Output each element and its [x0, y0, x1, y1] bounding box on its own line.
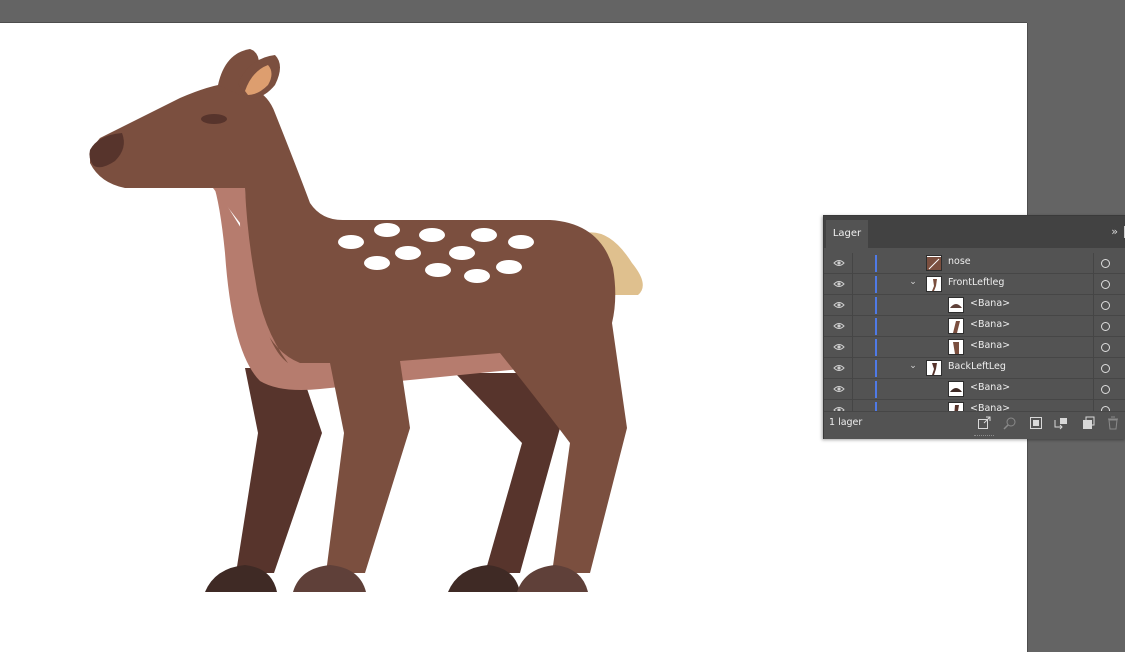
layer-color-bar	[875, 276, 877, 293]
deer-spot	[449, 246, 475, 260]
deer-eye	[201, 114, 227, 124]
deer-back-left-leg	[236, 368, 322, 573]
layer-row-path[interactable]: <Bana>	[824, 379, 1125, 400]
layer-thumbnail	[926, 360, 942, 376]
layer-thumbnail	[926, 276, 942, 292]
chevron-down-icon[interactable]: ⌄	[908, 361, 918, 371]
layer-name[interactable]: <Bana>	[970, 319, 1010, 330]
target-icon[interactable]	[1101, 385, 1110, 394]
eye-icon[interactable]	[833, 321, 845, 331]
tab-layers[interactable]: Lager	[826, 220, 868, 248]
layer-color-bar	[875, 318, 877, 335]
layer-row-path[interactable]: <Bana>	[824, 295, 1125, 316]
layer-thumbnail	[948, 381, 964, 397]
column-divider	[852, 337, 853, 358]
layer-name[interactable]: BackLeftLeg	[948, 361, 1006, 372]
deer-body	[90, 83, 627, 573]
layer-name[interactable]: <Bana>	[970, 403, 1010, 411]
column-divider	[852, 400, 853, 411]
column-divider	[1093, 274, 1094, 295]
deer-spot	[338, 235, 364, 249]
layer-color-bar	[875, 402, 877, 411]
column-divider	[852, 253, 853, 274]
layer-row-backleftleg[interactable]: ⌄ BackLeftLeg	[824, 358, 1125, 379]
layer-name[interactable]: <Bana>	[970, 298, 1010, 309]
eye-icon[interactable]	[833, 384, 845, 394]
layer-color-bar	[875, 360, 877, 377]
layer-color-bar	[875, 255, 877, 272]
clipping-mask-icon[interactable]	[1029, 416, 1043, 430]
panel-resize-handle[interactable]	[974, 435, 994, 439]
column-divider	[852, 358, 853, 379]
column-divider	[1093, 253, 1094, 274]
deer-spot	[364, 256, 390, 270]
canvas-workspace[interactable]: Lager ›› nose ⌄ FrontLeftleg <Bana> <Ban…	[0, 0, 1125, 652]
export-icon[interactable]	[977, 416, 991, 430]
deer-spot	[374, 223, 400, 237]
new-layer-icon[interactable]	[1081, 416, 1095, 430]
layer-thumbnail	[948, 402, 964, 411]
column-divider	[852, 379, 853, 400]
target-icon[interactable]	[1101, 343, 1110, 352]
column-divider	[852, 274, 853, 295]
layer-thumbnail	[948, 297, 964, 313]
deer-spot	[471, 228, 497, 242]
locate-object-icon[interactable]	[1003, 416, 1017, 430]
layer-thumbnail	[948, 339, 964, 355]
layer-name[interactable]: <Bana>	[970, 382, 1010, 393]
layer-row-path[interactable]: <Bana>	[824, 316, 1125, 337]
target-icon[interactable]	[1101, 364, 1110, 373]
column-divider	[852, 316, 853, 337]
column-divider	[1093, 358, 1094, 379]
layer-name[interactable]: FrontLeftleg	[948, 277, 1004, 288]
chevron-down-icon[interactable]: ⌄	[908, 277, 918, 287]
layer-list[interactable]: nose ⌄ FrontLeftleg <Bana> <Bana> <Bana>…	[824, 253, 1125, 411]
column-divider	[852, 295, 853, 316]
deer-spot	[464, 269, 490, 283]
deer-spot	[508, 235, 534, 249]
new-sublayer-icon[interactable]	[1054, 416, 1068, 430]
column-divider	[1093, 295, 1094, 316]
delete-icon[interactable]	[1106, 416, 1120, 430]
layer-row-path[interactable]: <Bana>	[824, 337, 1125, 358]
eye-icon[interactable]	[833, 363, 845, 373]
deer-spot	[425, 263, 451, 277]
deer-spot	[419, 228, 445, 242]
target-icon[interactable]	[1101, 280, 1110, 289]
target-icon[interactable]	[1101, 259, 1110, 268]
eye-icon[interactable]	[833, 300, 845, 310]
layer-row-nose[interactable]: nose	[824, 253, 1125, 274]
layer-name[interactable]: <Bana>	[970, 340, 1010, 351]
layer-count: 1 lager	[829, 417, 863, 428]
eye-icon[interactable]	[833, 258, 845, 268]
layer-thumbnail	[926, 255, 942, 271]
panel-tab-bar: Lager ››	[824, 216, 1125, 248]
layer-row-frontleftleg[interactable]: ⌄ FrontLeftleg	[824, 274, 1125, 295]
layers-panel[interactable]: Lager ›› nose ⌄ FrontLeftleg <Bana> <Ban…	[823, 215, 1125, 439]
panel-footer: 1 lager	[824, 411, 1125, 439]
layer-thumbnail	[948, 318, 964, 334]
eye-icon[interactable]	[833, 279, 845, 289]
layer-name[interactable]: nose	[948, 256, 971, 267]
double-chevron-right-icon[interactable]: ››	[1111, 225, 1118, 238]
layer-color-bar	[875, 297, 877, 314]
layer-row-path[interactable]: <Bana>	[824, 400, 1125, 411]
column-divider	[1093, 400, 1094, 411]
column-divider	[1093, 379, 1094, 400]
deer-spot	[395, 246, 421, 260]
column-divider	[1093, 316, 1094, 337]
layer-color-bar	[875, 339, 877, 356]
deer-spot	[496, 260, 522, 274]
eye-icon[interactable]	[833, 342, 845, 352]
layer-color-bar	[875, 381, 877, 398]
column-divider	[1093, 337, 1094, 358]
target-icon[interactable]	[1101, 322, 1110, 331]
target-icon[interactable]	[1101, 301, 1110, 310]
